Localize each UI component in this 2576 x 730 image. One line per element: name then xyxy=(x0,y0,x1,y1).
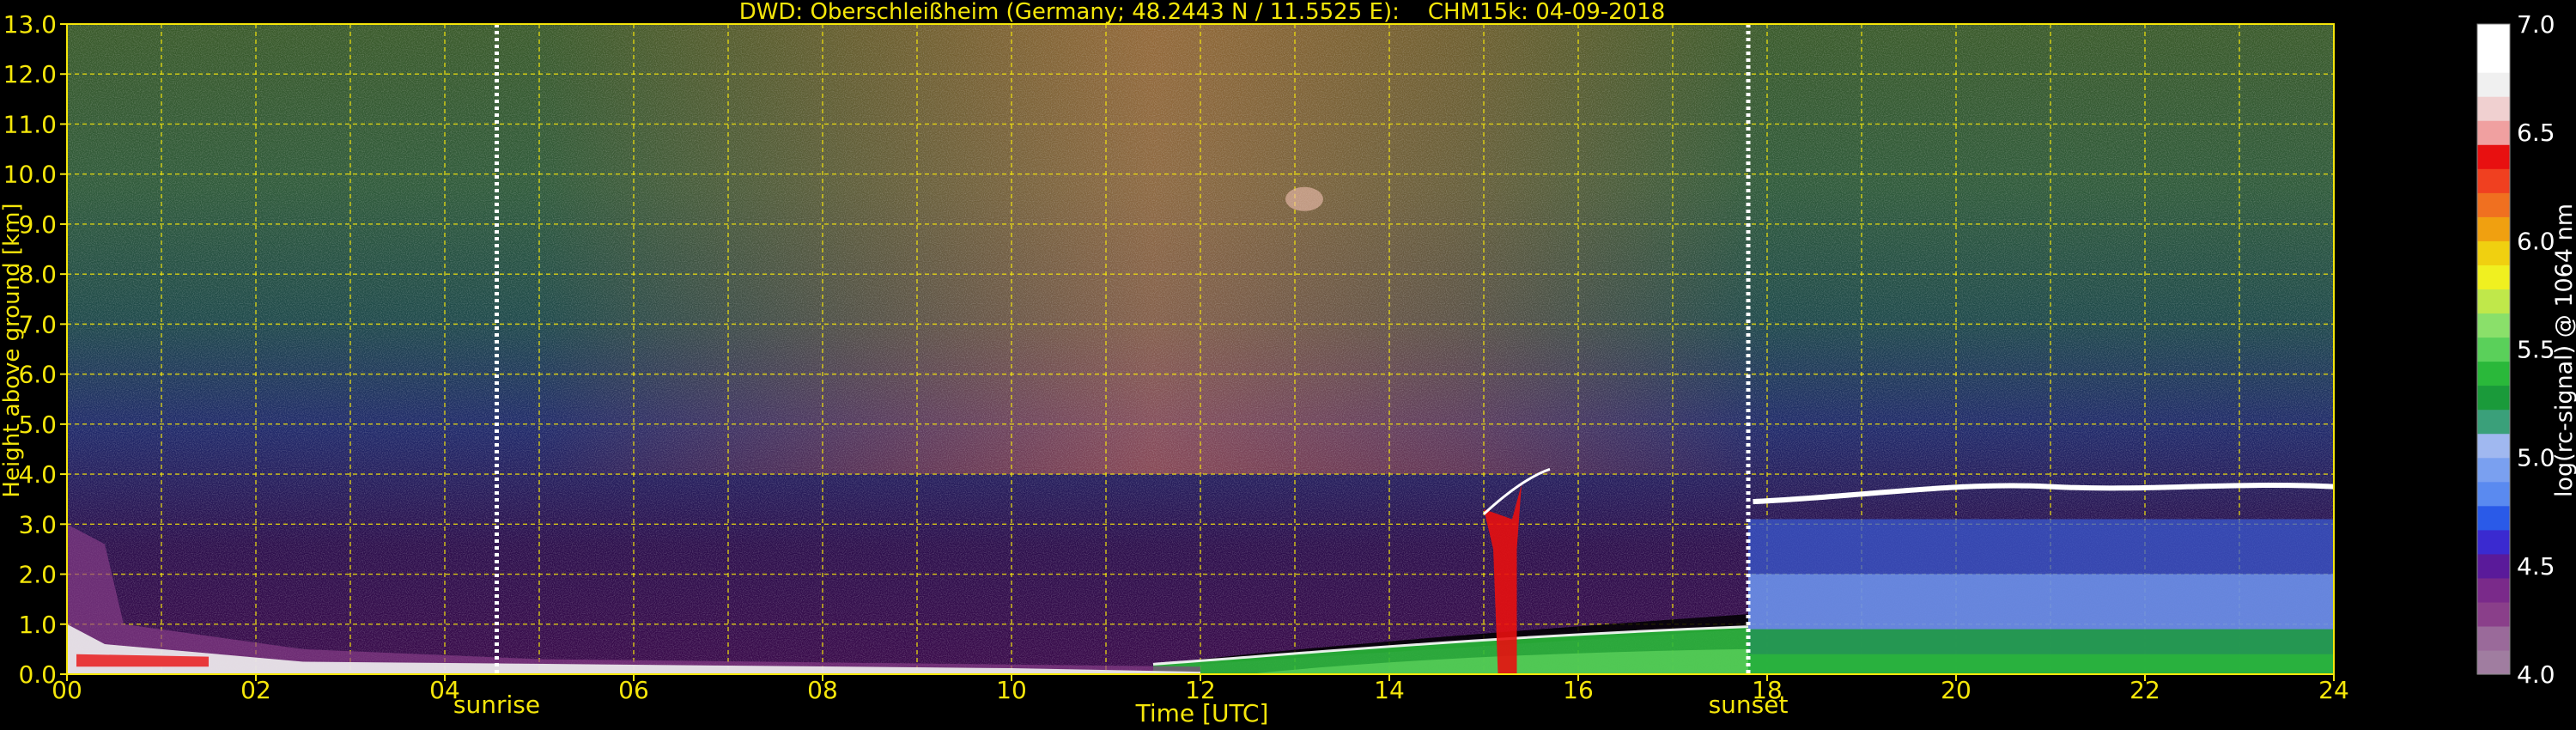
colorbar-tick-label: 5.5 xyxy=(2517,336,2555,364)
y-tick-label: 3.0 xyxy=(18,510,57,538)
colorbar-segment xyxy=(2477,313,2510,338)
colorbar-tick-label: 7.0 xyxy=(2517,10,2555,39)
y-tick-label: 13.0 xyxy=(3,10,57,39)
colorbar-label: log(rc-signal) @ 1064 nm xyxy=(2551,204,2576,497)
colorbar-tick-label: 4.5 xyxy=(2517,552,2555,581)
colorbar-tick-label: 6.0 xyxy=(2517,227,2555,255)
colorbar-segment xyxy=(2477,553,2510,579)
feature-cirrus-patch xyxy=(1285,186,1323,211)
y-tick-label: 2.0 xyxy=(18,561,57,589)
x-tick-label: 14 xyxy=(1374,676,1405,704)
colorbar-segment xyxy=(2477,337,2510,362)
colorbar-segment xyxy=(2477,505,2510,531)
colorbar-segment xyxy=(2477,24,2510,49)
y-tick-label: 0.0 xyxy=(18,660,57,689)
colorbar-segment xyxy=(2477,168,2510,193)
colorbar-segment xyxy=(2477,240,2510,265)
feature-surface-layer-core xyxy=(1748,654,2334,674)
x-tick-label: 18 xyxy=(1752,676,1783,704)
colorbar-segment xyxy=(2477,433,2510,459)
chart-title: DWD: Oberschleißheim (Germany; 48.2443 N… xyxy=(739,0,1666,25)
colorbar-segment xyxy=(2477,577,2510,603)
colorbar: 4.0 4.5 5.0 5.5 6.0 6.5 7.0 xyxy=(2476,10,2555,689)
x-tick-label: 20 xyxy=(1941,676,1971,704)
colorbar-segment xyxy=(2477,409,2510,435)
colorbar-segment xyxy=(2477,361,2510,386)
y-tick-label: 1.0 xyxy=(18,611,57,639)
event-label-sunrise: sunrise xyxy=(453,690,540,719)
colorbar-segment xyxy=(2477,48,2510,73)
y-tick-label: 12.0 xyxy=(3,60,57,88)
colorbar-segment xyxy=(2477,457,2510,483)
colorbar-tick-label: 6.5 xyxy=(2517,119,2555,147)
x-tick-label: 10 xyxy=(996,676,1027,704)
x-tick-label: 08 xyxy=(807,676,838,704)
colorbar-segment xyxy=(2477,192,2510,217)
colorbar-segment xyxy=(2477,601,2510,627)
x-axis-label: Time [UTC] xyxy=(1135,699,1269,727)
y-tick-label: 10.0 xyxy=(3,161,57,189)
x-tick-label: 22 xyxy=(2129,676,2160,704)
colorbar-segment xyxy=(2477,529,2510,555)
x-tick-label: 16 xyxy=(1563,676,1594,704)
colorbar-segment xyxy=(2477,265,2510,290)
colorbar-segment xyxy=(2477,72,2510,97)
y-axis-label: Height above ground [km] xyxy=(0,203,25,497)
colorbar-segment xyxy=(2477,385,2510,411)
x-tick-label: 04 xyxy=(429,676,460,704)
colorbar-tick-label: 4.0 xyxy=(2517,660,2555,689)
ceilometer-chart: sunrise sunset 00 02 04 06 08 10 12 14 16 18 20 22 24… xyxy=(0,0,2576,727)
colorbar-tick-label: 5.0 xyxy=(2517,444,2555,472)
x-tick-label: 06 xyxy=(618,676,649,704)
colorbar-segment xyxy=(2477,649,2510,675)
x-tick-label: 24 xyxy=(2318,676,2349,704)
colorbar-segment xyxy=(2477,96,2510,121)
colorbar-segment xyxy=(2477,144,2510,169)
colorbar-segment xyxy=(2477,481,2510,507)
colorbar-segment xyxy=(2477,289,2510,314)
colorbar-segment xyxy=(2477,216,2510,241)
y-tick-label: 11.0 xyxy=(3,110,57,138)
colorbar-segment xyxy=(2477,120,2510,145)
x-tick-label: 02 xyxy=(240,676,271,704)
colorbar-segment xyxy=(2477,625,2510,651)
